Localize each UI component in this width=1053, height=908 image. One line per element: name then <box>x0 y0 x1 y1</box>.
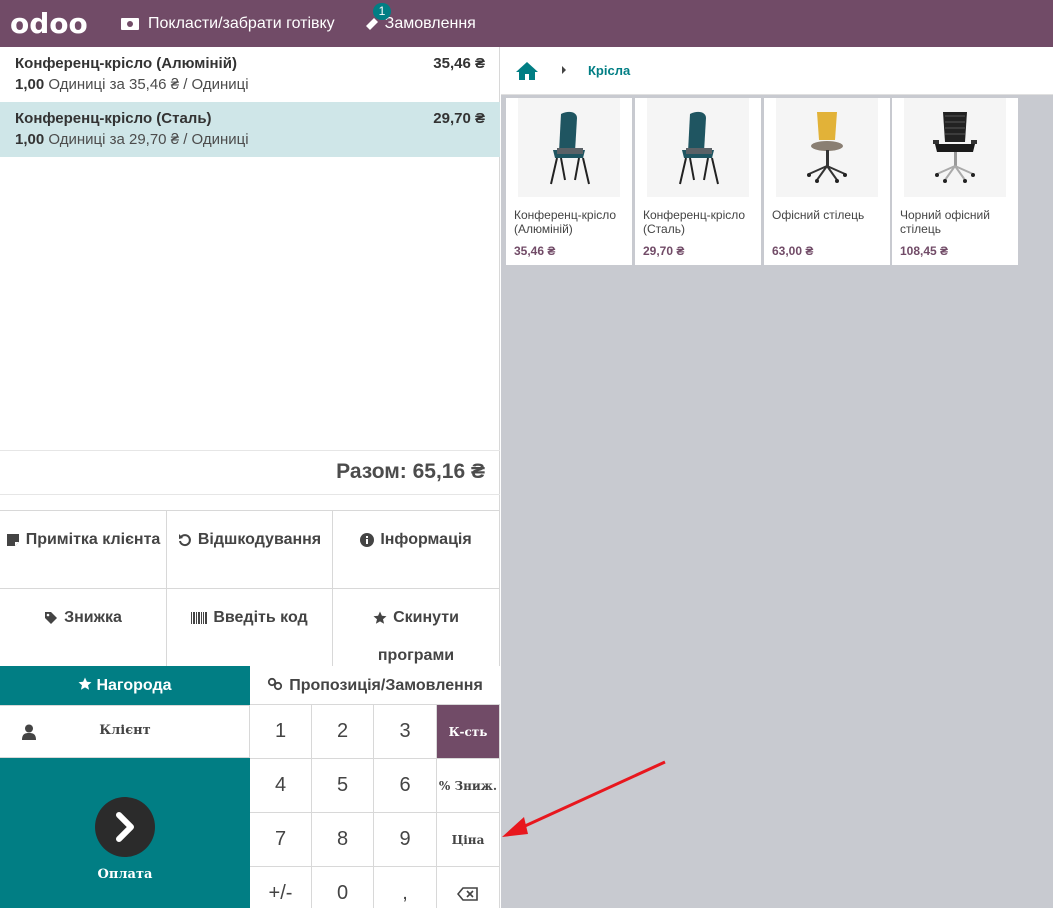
numpad: 1 2 3 К-сть 4 5 6 % Зниж. 7 8 9 Ціна +/-… <box>250 705 500 908</box>
customer-note-button[interactable]: Примітка клієнта <box>0 511 167 589</box>
numpad-key-7[interactable]: 7 <box>250 813 312 867</box>
info-label: Інформація <box>380 531 472 548</box>
top-bar: odoo Покласти/забрати готівку 1 Замовлен… <box>0 0 1053 47</box>
discount-mode-button[interactable]: % Зниж. <box>437 759 500 813</box>
numpad-key-5[interactable]: 5 <box>312 759 374 813</box>
teal-chair-image <box>550 111 590 184</box>
product-card[interactable]: Конференц-крісло (Алюміній) 35,46 ₴ <box>506 98 632 265</box>
cash-in-out-label: Покласти/забрати готівку <box>148 14 335 32</box>
payment-circle <box>95 797 155 857</box>
svg-text:odoo: odoo <box>10 9 88 39</box>
order-line-info: 1,00 Одиниці за 29,70 ₴ / Одиниці <box>15 131 485 148</box>
product-name: Чорний офісний стілець <box>900 208 990 236</box>
star-icon <box>78 677 92 690</box>
refund-button[interactable]: Відшкодування <box>166 511 333 589</box>
home-icon[interactable] <box>515 61 539 81</box>
product-image <box>518 98 620 197</box>
numpad-key-1[interactable]: 1 <box>250 705 312 759</box>
order-total: Разом: 65,16 ₴ <box>0 450 500 495</box>
link-icon <box>268 677 283 691</box>
numpad-key-6[interactable]: 6 <box>374 759 437 813</box>
backspace-button[interactable] <box>437 867 500 908</box>
product-name: Конференц-крісло (Сталь) <box>643 208 746 236</box>
numpad-key-9[interactable]: 9 <box>374 813 437 867</box>
order-panel: Конференц-крісло (Алюміній) 35,46 ₴ 1,00… <box>0 47 500 908</box>
yellow-office-chair-image <box>807 111 847 183</box>
customer-label: Клієнт <box>99 723 151 738</box>
chevron-right-icon <box>116 812 134 842</box>
product-name: Офісний стілець <box>772 208 865 222</box>
note-icon <box>6 533 19 546</box>
reset-programs-button[interactable]: Скинути програми <box>332 589 500 667</box>
product-name: Конференц-крісло (Алюміній) <box>514 208 617 236</box>
tag-icon <box>45 611 58 624</box>
order-line[interactable]: Конференц-крісло (Алюміній) 35,46 ₴ 1,00… <box>0 47 500 102</box>
numpad-key-2[interactable]: 2 <box>312 705 374 759</box>
product-image <box>647 98 749 197</box>
product-price: 108,45 ₴ <box>900 244 949 258</box>
product-card[interactable]: Конференц-крісло (Сталь) 29,70 ₴ <box>635 98 761 265</box>
numpad-key-comma[interactable]: , <box>374 867 437 908</box>
enter-code-label: Введіть код <box>213 609 308 626</box>
orders-badge: 1 <box>372 2 392 20</box>
odoo-logo[interactable]: odoo <box>10 9 88 39</box>
breadcrumb-category[interactable]: Крісла <box>588 63 630 78</box>
numpad-key-4[interactable]: 4 <box>250 759 312 813</box>
backspace-icon <box>457 886 478 901</box>
numpad-key-0[interactable]: 0 <box>312 867 374 908</box>
proposal-order-button[interactable]: Пропозиція/Замовлення <box>250 666 500 705</box>
reward-label: Нагорода <box>96 677 172 694</box>
product-card[interactable]: Офісний стілець 63,00 ₴ <box>764 98 890 265</box>
refund-label: Відшкодування <box>197 531 322 548</box>
product-price: 29,70 ₴ <box>643 244 685 258</box>
enter-code-button[interactable]: Введіть код <box>166 589 333 667</box>
numpad-key-3[interactable]: 3 <box>374 705 437 759</box>
proposal-order-label: Пропозиція/Замовлення <box>289 677 483 694</box>
caret-right-icon <box>562 66 566 74</box>
numpad-key-sign[interactable]: +/- <box>250 867 312 908</box>
order-line-unit-info: Одиниці за 29,70 ₴ / Одиниці <box>48 131 249 148</box>
product-price: 63,00 ₴ <box>772 244 814 258</box>
teal-chair-image <box>679 111 719 184</box>
order-line-qty: 1,00 <box>15 76 45 93</box>
black-office-chair-image <box>933 111 977 183</box>
order-line-price: 29,70 ₴ <box>433 110 485 127</box>
product-panel: Крісла Конференц-крісло (Алюміній) 35,46… <box>501 47 1053 908</box>
order-line-name: Конференц-крісло (Сталь) <box>15 110 212 127</box>
barcode-icon <box>191 611 208 624</box>
orders-label: Замовлення <box>384 14 476 32</box>
cash-in-out-button[interactable]: Покласти/забрати готівку <box>120 15 335 33</box>
discount-label: Знижка <box>64 609 122 626</box>
price-mode-button[interactable]: Ціна <box>437 813 500 867</box>
product-card[interactable]: Чорний офісний стілець 108,45 ₴ <box>892 98 1018 265</box>
control-buttons: Примітка клієнта Відшкодування Інформаці… <box>0 510 500 667</box>
reset-programs-label: Скинути програми <box>377 609 459 664</box>
customer-button[interactable]: Клієнт <box>0 705 250 758</box>
order-line-name: Конференц-крісло (Алюміній) <box>15 55 237 72</box>
payment-button[interactable]: Оплата <box>0 758 250 908</box>
quantity-mode-button[interactable]: К-сть <box>437 705 500 759</box>
order-line-selected[interactable]: Конференц-крісло (Сталь) 29,70 ₴ 1,00 Од… <box>0 102 500 157</box>
product-price: 35,46 ₴ <box>514 244 556 258</box>
order-line-info: 1,00 Одиниці за 35,46 ₴ / Одиниці <box>15 76 485 93</box>
product-image <box>776 98 878 197</box>
undo-icon <box>178 533 191 546</box>
payment-label: Оплата <box>97 867 153 882</box>
order-line-unit-info: Одиниці за 35,46 ₴ / Одиниці <box>48 76 249 93</box>
reward-button[interactable]: Нагорода <box>0 666 250 705</box>
orders-button[interactable]: 1 Замовлення <box>363 2 476 33</box>
order-line-qty: 1,00 <box>15 131 45 148</box>
star-icon <box>373 611 387 624</box>
breadcrumb: Крісла <box>501 47 1053 95</box>
info-button[interactable]: Інформація <box>332 511 500 589</box>
money-icon <box>121 17 139 30</box>
info-icon <box>360 532 375 547</box>
discount-button[interactable]: Знижка <box>0 589 167 667</box>
product-image <box>904 98 1006 197</box>
order-line-price: 35,46 ₴ <box>433 55 485 72</box>
numpad-key-8[interactable]: 8 <box>312 813 374 867</box>
customer-note-label: Примітка клієнта <box>25 531 161 548</box>
